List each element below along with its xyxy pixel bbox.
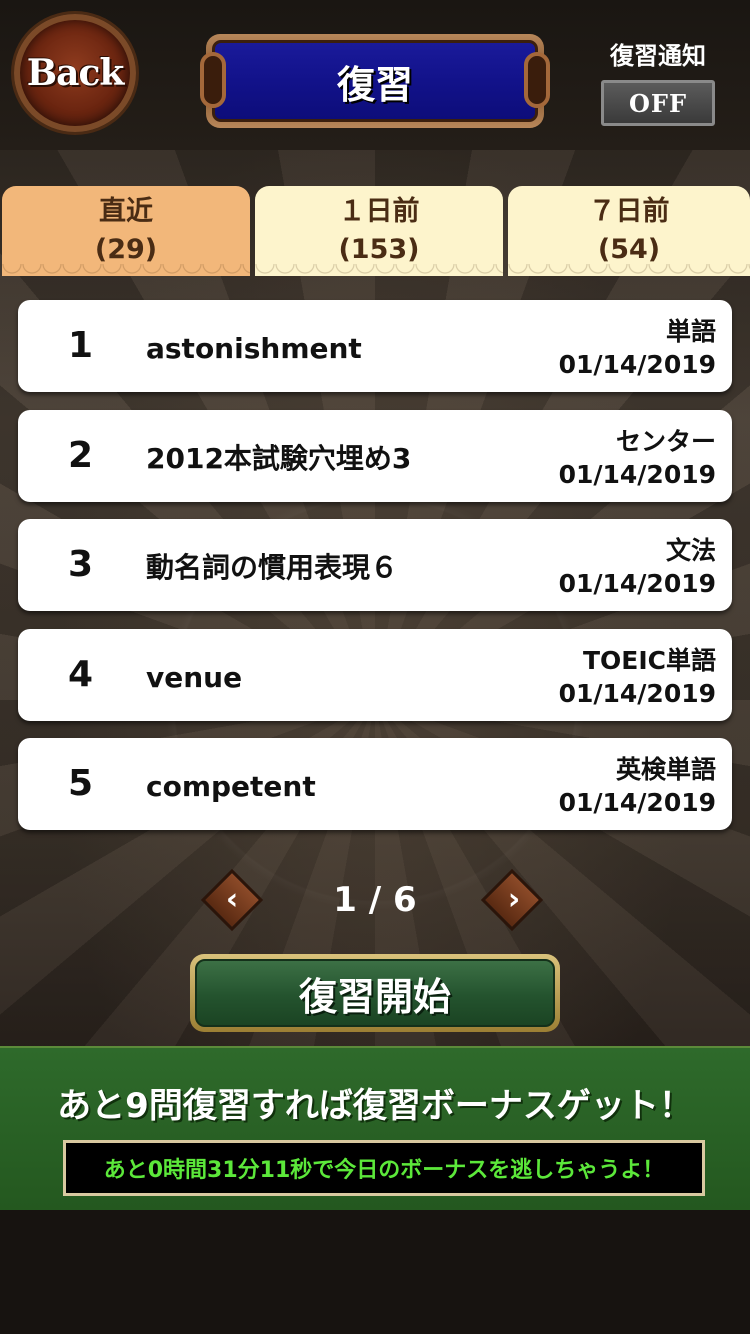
item-date: 01/14/2019: [558, 459, 716, 489]
notify-toggle[interactable]: OFF: [601, 80, 715, 126]
bonus-panel: あと9問復習すれば復習ボーナスゲット！ あと0時間31分11秒で今日のボーナスを…: [0, 1046, 750, 1210]
page-indicator: 1 / 6: [333, 880, 417, 920]
list-item[interactable]: 2 2012本試験穴埋め3 センター 01/14/2019: [18, 409, 732, 502]
tab-fringe: [2, 264, 250, 276]
start-review-label: 復習開始: [298, 974, 451, 1019]
tab-fringe: [508, 264, 750, 276]
tab-recent-label: 直近: [99, 196, 153, 227]
page-title: 復習: [336, 62, 413, 107]
item-word: venue: [146, 660, 243, 694]
item-number: 3: [68, 544, 94, 585]
next-page-button[interactable]: [480, 868, 544, 932]
start-review-button[interactable]: 復習開始: [190, 954, 560, 1032]
item-category: 単語: [665, 317, 716, 346]
item-word: 2012本試験穴埋め3: [146, 441, 412, 475]
list-item[interactable]: 5 competent 英検単語 01/14/2019: [18, 738, 732, 830]
back-button-label: Back: [26, 52, 125, 94]
prev-page-button[interactable]: [200, 868, 264, 932]
item-number: 2: [68, 434, 94, 476]
item-date: 01/14/2019: [558, 788, 716, 817]
tab-1-day-ago-label: １日前: [338, 196, 420, 227]
tab-1-day-ago[interactable]: １日前 (153): [255, 186, 503, 276]
item-word: astonishment: [146, 332, 362, 365]
item-word: 動名詞の慣用表現６: [146, 551, 399, 584]
tab-recent[interactable]: 直近 (29): [2, 186, 250, 276]
ornament-left-icon: [200, 52, 226, 108]
pagination: ‹ 1 / 6 ›: [0, 868, 750, 932]
item-category: TOEIC単語: [582, 645, 716, 675]
item-date: 01/14/2019: [558, 350, 716, 379]
item-number: 5: [68, 763, 94, 804]
bonus-timer: あと0時間31分11秒で今日のボーナスを逃しちゃうよ！: [63, 1140, 705, 1196]
list-item[interactable]: 1 astonishment 単語 01/14/2019: [18, 300, 732, 392]
back-button[interactable]: Back: [14, 14, 136, 132]
item-date: 01/14/2019: [558, 569, 716, 598]
item-number: 1: [68, 325, 94, 366]
item-category: 英検単語: [615, 755, 716, 784]
list-item[interactable]: 4 venue TOEIC単語 01/14/2019: [18, 628, 732, 721]
item-word: competent: [146, 770, 316, 803]
item-number: 4: [68, 653, 94, 695]
tab-fringe: [255, 264, 503, 276]
review-list: 1 astonishment 単語 01/14/2019 2 2012本試験穴埋…: [18, 300, 732, 848]
ornament-right-icon: [524, 52, 550, 108]
bonus-message: あと9問復習すれば復習ボーナスゲット！: [57, 1086, 693, 1126]
list-item[interactable]: 3 動名詞の慣用表現６ 文法 01/14/2019: [18, 519, 732, 611]
tab-7-days-ago[interactable]: ７日前 (54): [508, 186, 750, 276]
tab-bar: 直近 (29) １日前 (153) ７日前 (54): [0, 186, 750, 276]
item-category: センター: [615, 426, 716, 456]
page-title-plaque: 復習: [200, 34, 550, 128]
notify-label: 復習通知: [610, 42, 706, 70]
item-category: 文法: [665, 536, 716, 565]
tab-7-days-ago-label: ７日前: [588, 196, 670, 227]
item-date: 01/14/2019: [558, 678, 716, 708]
